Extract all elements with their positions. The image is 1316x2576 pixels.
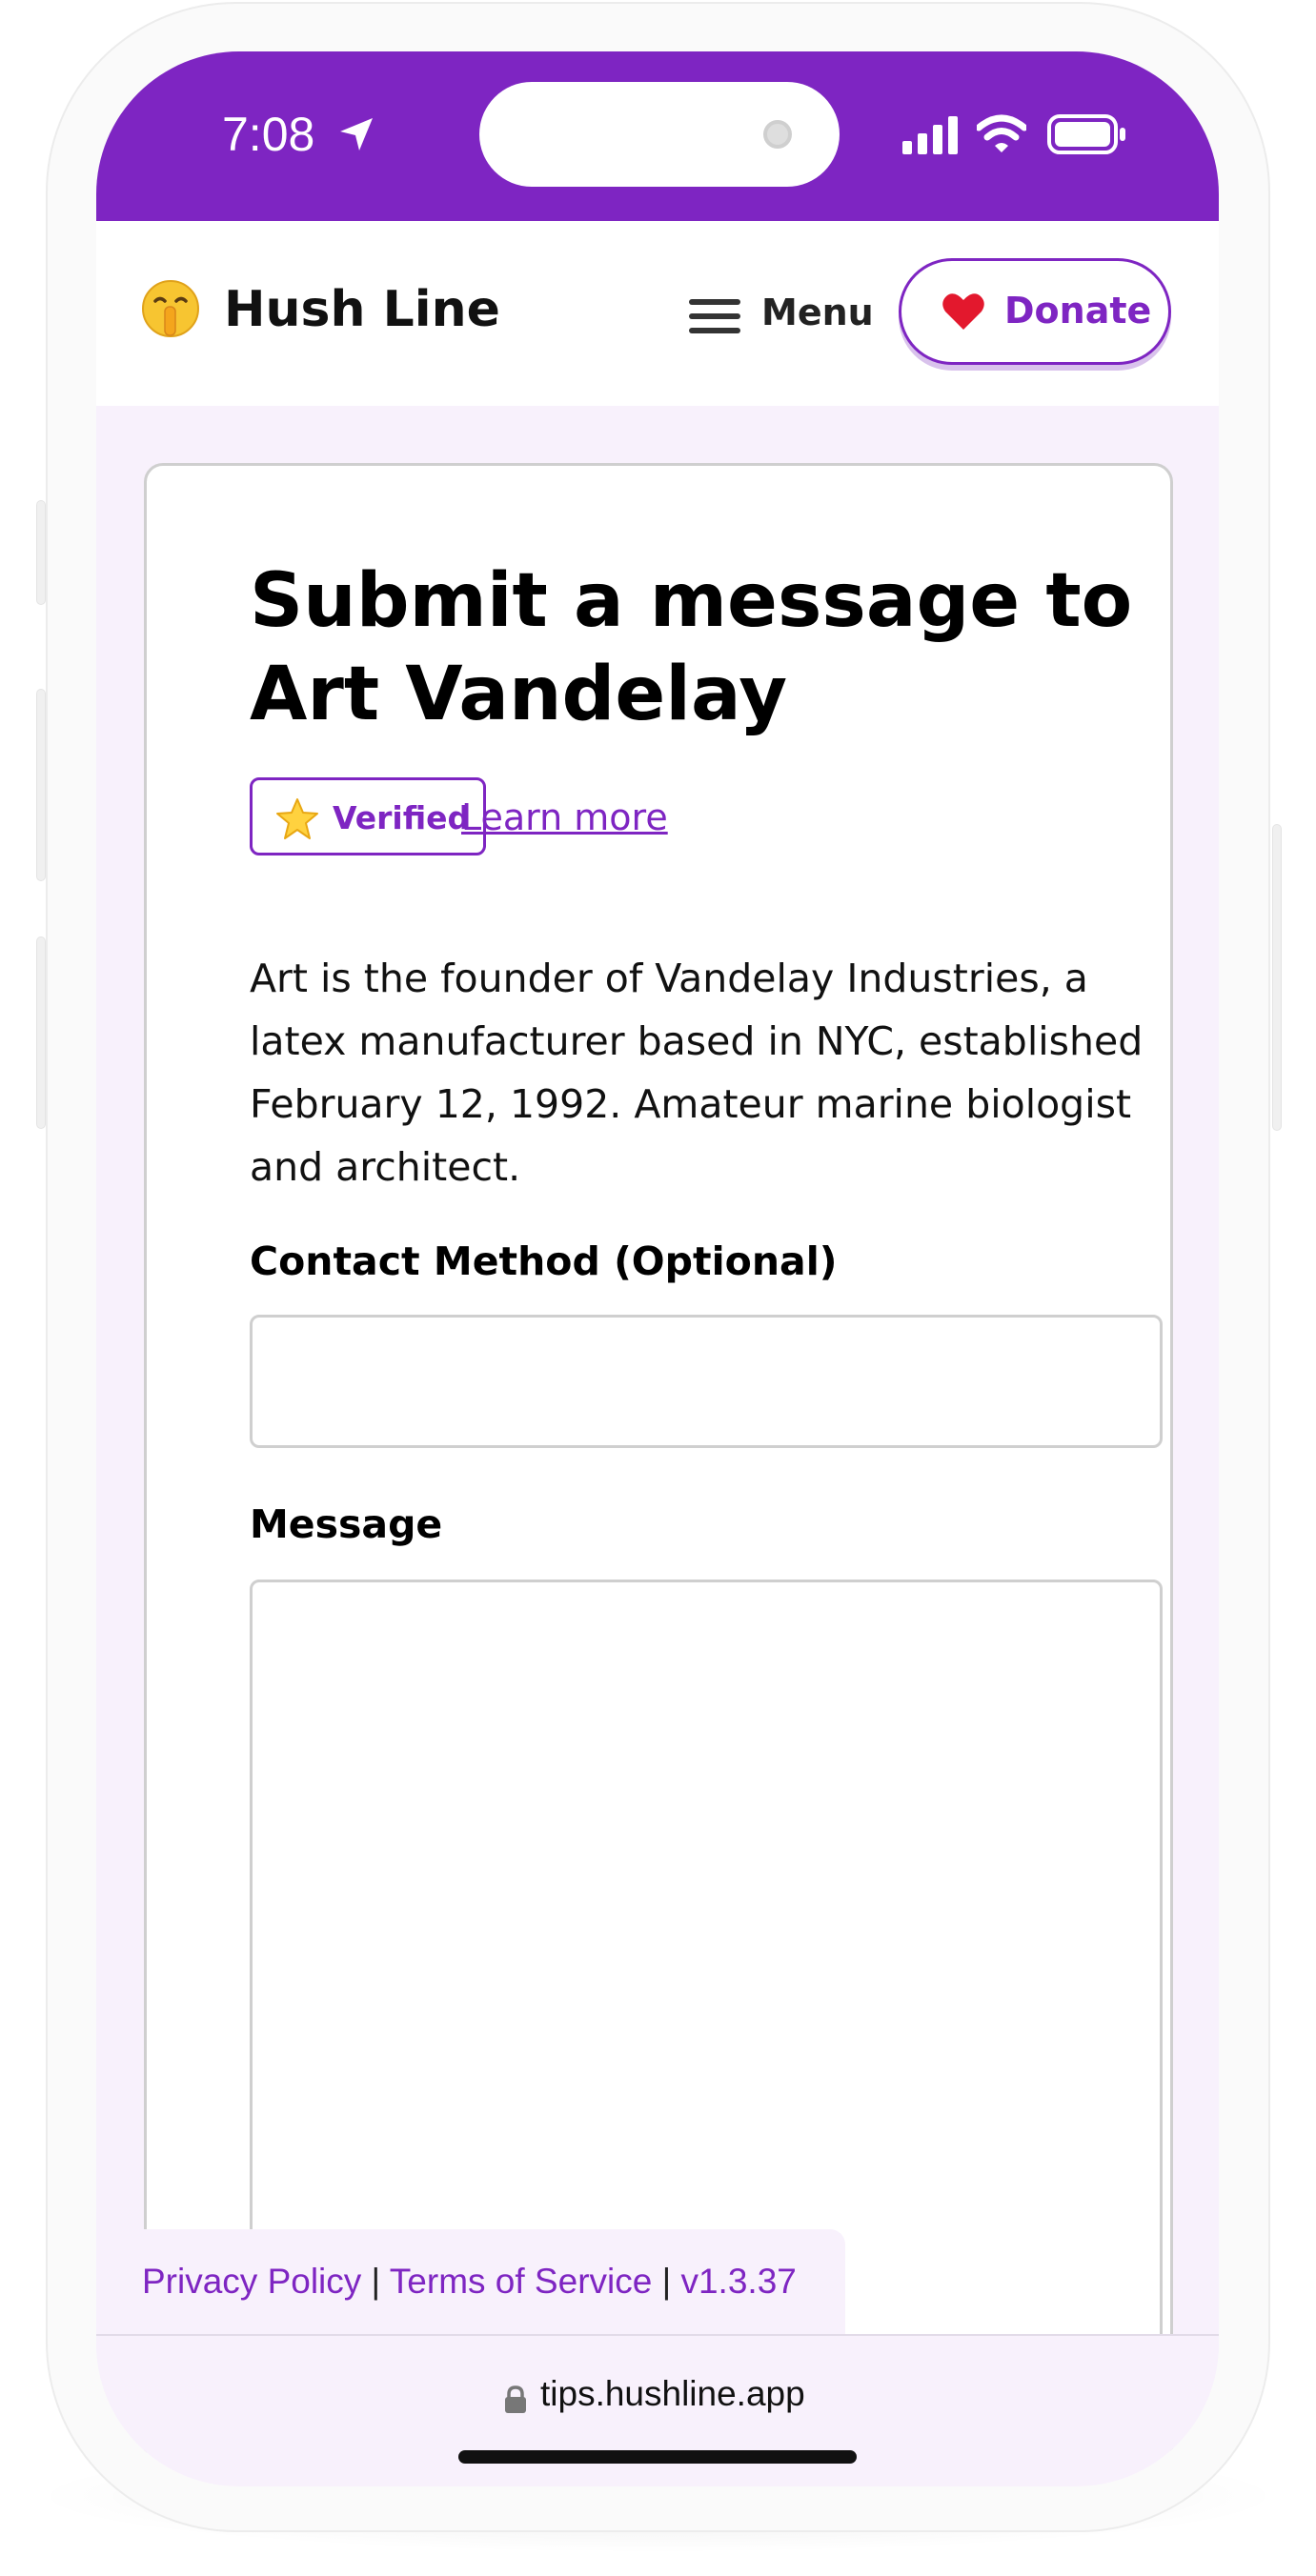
battery-icon <box>1047 114 1125 154</box>
contact-method-field[interactable] <box>250 1315 1163 1448</box>
privacy-policy-link[interactable]: Privacy Policy <box>142 2262 361 2301</box>
location-arrow-icon <box>340 118 373 151</box>
verified-badge: Verified <box>250 777 486 855</box>
donate-label: Donate <box>1004 290 1152 332</box>
donate-button[interactable]: Donate <box>899 258 1171 365</box>
version-link[interactable]: v1.3.37 <box>680 2262 796 2301</box>
star-icon <box>276 798 318 839</box>
page-title: Submit a message to Art Vandelay <box>250 558 1133 737</box>
verified-label: Verified <box>333 799 471 836</box>
status-time: 7:08 <box>222 108 315 161</box>
contact-method-label: Contact Method (Optional) <box>250 1238 838 1284</box>
terms-of-service-link[interactable]: Terms of Service <box>390 2262 653 2301</box>
brand-name[interactable]: Hush Line <box>224 281 500 338</box>
wifi-icon <box>977 114 1026 152</box>
message-label: Message <box>250 1501 443 1547</box>
footer-separator: | <box>652 2262 681 2301</box>
cellular-signal-icon <box>902 116 958 154</box>
footer-links: Privacy Policy | Terms of Service | v1.3… <box>96 2229 845 2334</box>
shushing-face-icon <box>142 280 199 337</box>
url-text[interactable]: tips.hushline.app <box>540 2374 805 2414</box>
learn-more-link[interactable]: Learn more <box>461 796 668 838</box>
footer-separator: | <box>361 2262 390 2301</box>
hamburger-menu-icon[interactable] <box>689 297 740 335</box>
lock-icon <box>505 2385 526 2413</box>
heart-icon <box>942 293 984 330</box>
action-button <box>36 500 46 605</box>
home-indicator <box>458 2450 857 2464</box>
menu-button[interactable]: Menu <box>761 292 874 333</box>
status-bar: 7:08 <box>96 51 1219 221</box>
profile-bio: Art is the founder of Vandelay Industrie… <box>250 956 1144 1190</box>
volume-down-button <box>36 936 46 1129</box>
footer-line: Privacy Policy | Terms of Service | v1.3… <box>142 2262 797 2302</box>
browser-url-bar[interactable]: tips.hushline.app <box>96 2334 1219 2486</box>
camera-dot <box>763 120 792 149</box>
phone-screen: 7:08 Hush Line Menu Donate Submit a mess… <box>96 51 1219 2486</box>
volume-up-button <box>36 689 46 881</box>
side-button <box>1272 824 1282 1131</box>
